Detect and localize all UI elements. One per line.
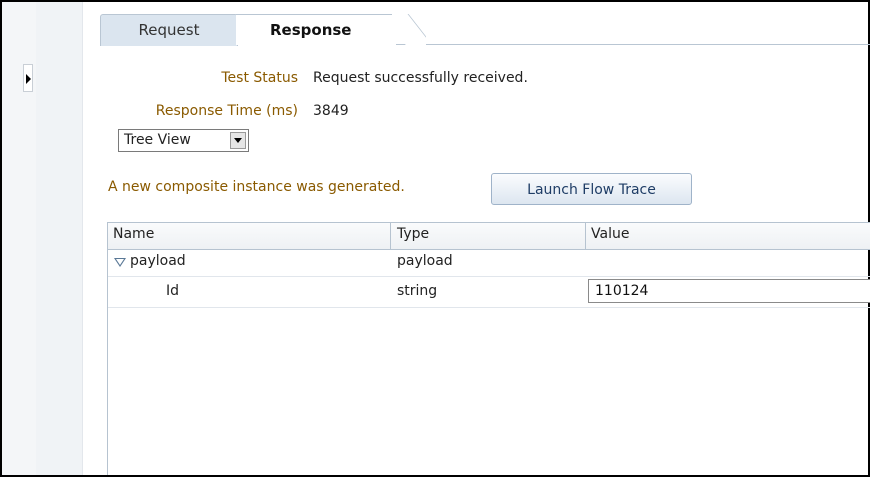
- tab-response-edge: [392, 14, 426, 45]
- view-select-button[interactable]: [230, 132, 246, 149]
- tab-response[interactable]: Response: [236, 14, 396, 45]
- column-header-name[interactable]: Name: [113, 226, 154, 242]
- expand-right-icon: [26, 74, 31, 84]
- launch-flow-trace-button[interactable]: Launch Flow Trace: [491, 173, 692, 205]
- response-tree-table: Name Type Value payload payload Id strin…: [107, 222, 870, 475]
- composite-notice: A new composite instance was generated.: [108, 179, 405, 195]
- response-time-label: Response Time (ms): [155, 103, 298, 119]
- left-panel: [36, 2, 83, 475]
- view-select[interactable]: Tree View: [118, 129, 249, 152]
- column-divider[interactable]: [390, 223, 391, 249]
- row-name: payload: [130, 253, 186, 269]
- value-field[interactable]: [588, 279, 870, 303]
- tab-bar: Request Response: [100, 6, 870, 46]
- table-header: Name Type Value: [108, 223, 870, 250]
- column-divider[interactable]: [585, 223, 586, 249]
- table-row[interactable]: Id string: [108, 277, 870, 308]
- response-time-value: 3849: [313, 103, 349, 119]
- view-select-value: Tree View: [124, 132, 191, 148]
- test-status-label: Test Status: [221, 70, 298, 86]
- dropdown-arrow-icon: [234, 138, 242, 143]
- row-type: payload: [397, 253, 453, 269]
- row-name: Id: [166, 283, 180, 299]
- test-status-value: Request successfully received.: [313, 70, 528, 86]
- column-header-type[interactable]: Type: [397, 226, 429, 242]
- tree-collapse-icon[interactable]: [114, 258, 126, 267]
- panel-expander[interactable]: [23, 64, 33, 92]
- tab-request[interactable]: Request: [100, 14, 238, 46]
- row-type: string: [397, 283, 438, 299]
- column-header-value[interactable]: Value: [591, 226, 629, 242]
- table-row[interactable]: payload payload: [108, 250, 870, 277]
